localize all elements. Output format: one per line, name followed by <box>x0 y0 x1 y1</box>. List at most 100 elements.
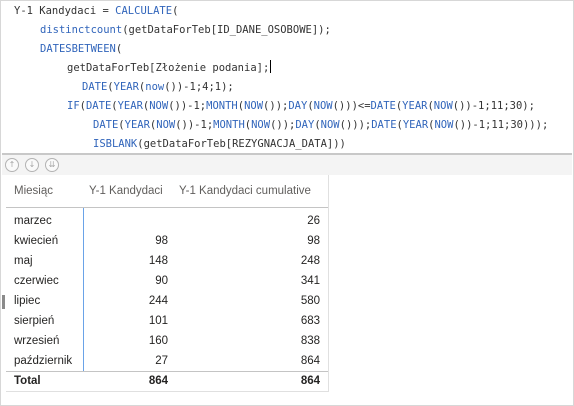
drill-toolbar: ↑ ↓ ⇊ <box>2 155 572 175</box>
total-value: 864 <box>148 375 168 387</box>
code-line: DATE(YEAR(now())-1;4;1); <box>82 78 234 97</box>
code-text: getDataForTeb[Złożenie podania]; <box>67 62 270 74</box>
cell-cumulative: 98 <box>307 235 320 247</box>
code-text: (getDataForTeb[ID_DANE_OSOBOWE]); <box>122 24 331 36</box>
cell-cumulative: 26 <box>307 215 320 227</box>
code-text: Y-1 Kandydaci = <box>14 5 116 17</box>
cell-month: kwiecień <box>14 235 59 247</box>
code-keyword: YEAR <box>402 119 429 131</box>
code-keyword: MONTH <box>213 119 245 131</box>
code-line: IF(DATE(YEAR(NOW())-1;MONTH(NOW());DAY(N… <box>67 97 535 116</box>
code-keyword: NOW <box>251 119 271 131</box>
cell-value: 27 <box>155 355 168 367</box>
code-keyword: NOW <box>149 100 169 112</box>
table-row: sierpień 101 683 <box>6 311 328 331</box>
code-keyword: MONTH <box>206 100 238 112</box>
column-header-value[interactable]: Y-1 Kandydaci <box>89 175 163 207</box>
code-keyword: YEAR <box>124 119 150 131</box>
code-keyword: NOW <box>320 119 340 131</box>
code-keyword: YEAR <box>402 100 428 112</box>
code-text: ())-1; <box>168 100 207 112</box>
dax-formula-editor[interactable]: Y-1 Kandydaci = CALCULATE(distinctcount(… <box>2 2 572 153</box>
code-keyword: DATE <box>371 119 397 131</box>
code-keyword: NOW <box>156 119 176 131</box>
code-line: DATESBETWEEN( <box>40 40 122 59</box>
cell-value: 244 <box>148 295 168 307</box>
code-keyword: YEAR <box>117 100 143 112</box>
cell-cumulative: 683 <box>300 315 320 327</box>
cell-month: marzec <box>14 215 52 227</box>
code-keyword: NOW <box>434 119 454 131</box>
table-row: październik 27 864 <box>6 351 328 371</box>
table-visual[interactable]: Miesiąc Y-1 Kandydaci Y-1 Kandydaci cumu… <box>6 175 329 392</box>
table-row: marzec 26 <box>6 211 328 231</box>
total-cumulative: 864 <box>300 375 320 387</box>
code-keyword: YEAR <box>113 81 139 93</box>
code-line: distinctcount(getDataForTeb[ID_DANE_OSOB… <box>40 21 331 40</box>
cell-month: lipiec <box>14 295 41 307</box>
code-keyword: DATE <box>370 100 396 112</box>
code-text: (getDataForTeb[REZYGNACJA_DATA])) <box>137 138 346 150</box>
header-divider <box>6 207 328 208</box>
code-keyword: DATE <box>82 81 108 93</box>
table-row: kwiecień 98 98 <box>6 231 328 251</box>
cell-month: wrzesień <box>14 335 60 347</box>
report-frame: Y-1 Kandydaci = CALCULATE(distinctcount(… <box>0 0 574 406</box>
column-header-month[interactable]: Miesiąc <box>14 175 53 207</box>
table-row: czerwiec 90 341 <box>6 271 328 291</box>
cell-cumulative: 864 <box>300 355 320 367</box>
code-keyword: NOW <box>244 100 264 112</box>
cell-value: 148 <box>148 255 168 267</box>
table-row: maj 148 248 <box>6 251 328 271</box>
table-row: wrzesień 160 838 <box>6 331 328 351</box>
resize-handle[interactable] <box>2 295 5 309</box>
code-keyword: DAY <box>288 100 308 112</box>
code-keyword: DATE <box>93 119 119 131</box>
cell-value <box>84 211 168 231</box>
code-text: ())-1;11;30); <box>452 100 535 112</box>
cell-month: sierpień <box>14 315 55 327</box>
column-header-cumulative[interactable]: Y-1 Kandydaci cumulative <box>179 175 311 207</box>
code-text: ( <box>115 43 123 55</box>
expand-all-icon[interactable]: ⇊ <box>45 158 59 172</box>
code-text: ()))<= <box>332 100 371 112</box>
code-line: DATE(YEAR(NOW())-1;MONTH(NOW());DAY(NOW(… <box>93 116 548 135</box>
table-row: lipiec 244 580 <box>6 291 328 311</box>
text-caret <box>270 60 272 73</box>
code-keyword: now <box>145 81 165 93</box>
code-text: ())-1;11;30))); <box>453 119 549 131</box>
cell-value: 90 <box>155 275 168 287</box>
code-text: ()); <box>270 119 296 131</box>
cell-value: 160 <box>148 335 168 347</box>
code-line: getDataForTeb[Złożenie podania]; <box>67 59 272 78</box>
code-keyword: NOW <box>433 100 453 112</box>
cell-cumulative: 341 <box>300 275 320 287</box>
cell-month: maj <box>14 255 33 267</box>
cell-cumulative: 248 <box>300 255 320 267</box>
cell-cumulative: 580 <box>300 295 320 307</box>
code-text: ()); <box>263 100 289 112</box>
cell-month: październik <box>14 355 73 367</box>
code-keyword: IF <box>67 100 80 112</box>
code-text: ())-1; <box>175 119 214 131</box>
code-line: ISBLANK(getDataForTeb[REZYGNACJA_DATA])) <box>93 135 346 154</box>
code-keyword: distinctcount <box>40 24 123 36</box>
code-keyword: DATESBETWEEN <box>40 43 116 55</box>
total-row: Total 864 864 <box>6 371 328 391</box>
code-text: ( <box>172 5 179 17</box>
drill-down-icon[interactable]: ↓ <box>25 158 39 172</box>
code-keyword: CALCULATE <box>115 5 173 17</box>
total-label: Total <box>14 375 41 387</box>
drill-up-icon[interactable]: ↑ <box>5 158 19 172</box>
cell-cumulative: 838 <box>300 335 320 347</box>
code-line: Y-1 Kandydaci = CALCULATE( <box>14 2 178 21</box>
code-text: ())-1;4;1); <box>164 81 234 93</box>
code-keyword: ISBLANK <box>93 138 138 150</box>
cell-value: 101 <box>148 315 168 327</box>
code-keyword: NOW <box>313 100 333 112</box>
code-keyword: DAY <box>295 119 315 131</box>
cell-month: czerwiec <box>14 275 59 287</box>
code-text: ())); <box>339 119 372 131</box>
code-keyword: DATE <box>85 100 112 112</box>
selected-column-rule <box>83 208 84 371</box>
